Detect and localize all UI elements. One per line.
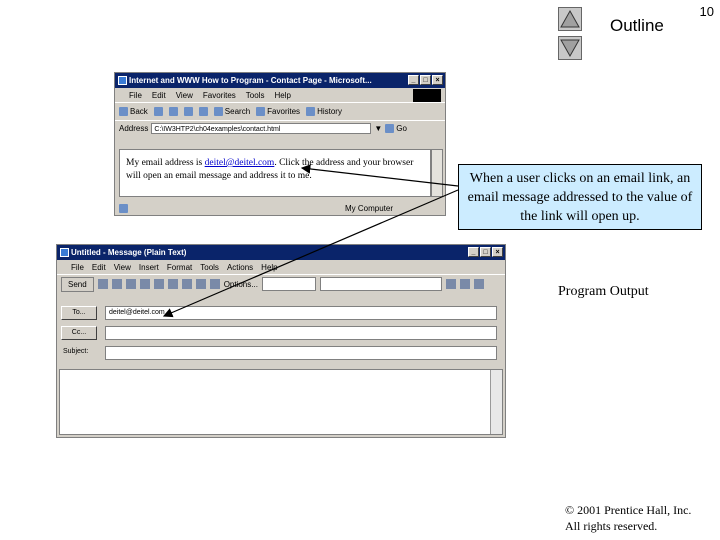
arrow-to-link xyxy=(300,164,459,187)
arrow-to-to-field xyxy=(162,189,459,318)
callout-arrows xyxy=(162,164,459,318)
